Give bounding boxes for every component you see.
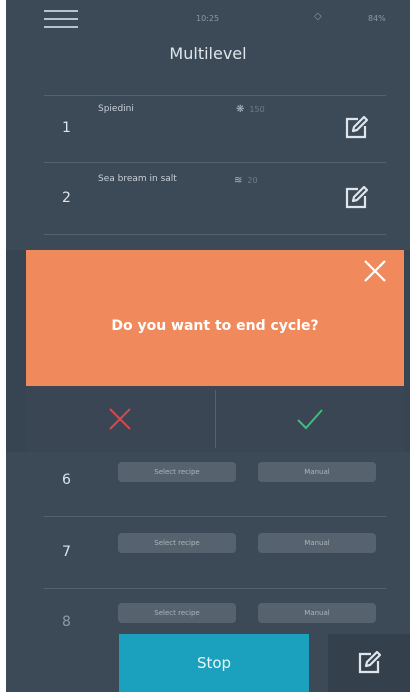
divider	[44, 234, 386, 235]
recipe-meta: ❋ 150	[236, 104, 265, 115]
close-icon[interactable]	[362, 258, 388, 284]
manual-button[interactable]: Manual	[258, 603, 376, 623]
recipe-meta: ≋ 20	[234, 175, 258, 186]
dialog-actions	[26, 386, 404, 452]
row-number: 1	[62, 120, 71, 136]
row-number: 8	[62, 614, 71, 630]
divider	[44, 162, 386, 163]
status-bar: 10:25 ◇ 84%	[6, 0, 410, 40]
edit-button[interactable]	[328, 634, 410, 692]
page-title: Multilevel	[169, 44, 247, 63]
steam-icon: ≋	[234, 175, 243, 186]
edit-icon[interactable]	[342, 114, 370, 142]
check-icon	[297, 409, 323, 430]
edit-icon	[358, 650, 382, 674]
cancel-button[interactable]	[26, 386, 215, 452]
recipe-name: Sea bream in salt	[98, 174, 177, 184]
divider	[44, 95, 386, 96]
battery-level: 84%	[368, 14, 386, 23]
wifi-icon: ◇	[314, 11, 322, 22]
manual-button[interactable]: Manual	[258, 462, 376, 482]
select-recipe-button[interactable]: Select recipe	[118, 533, 236, 553]
app-screen: 10:25 ◇ 84% Multilevel 1 Spiedini ❋ 150 2…	[6, 0, 410, 692]
divider	[44, 588, 386, 589]
edit-icon[interactable]	[342, 184, 370, 212]
end-cycle-dialog: Do you want to end cycle?	[26, 250, 404, 386]
cross-icon	[109, 408, 131, 430]
stop-button[interactable]: Stop	[119, 634, 309, 692]
select-recipe-button[interactable]: Select recipe	[118, 603, 236, 623]
confirm-button[interactable]	[216, 386, 405, 452]
divider	[44, 516, 386, 517]
row-number: 6	[62, 472, 71, 488]
row-number: 2	[62, 190, 71, 206]
recipe-name: Spiedini	[98, 104, 134, 114]
select-recipe-button[interactable]: Select recipe	[118, 462, 236, 482]
status-time: 10:25	[196, 14, 220, 23]
dialog-message: Do you want to end cycle?	[111, 318, 319, 334]
manual-button[interactable]: Manual	[258, 533, 376, 553]
fan-icon: ❋	[236, 104, 245, 115]
menu-icon[interactable]	[44, 10, 78, 30]
row-number: 7	[62, 544, 71, 560]
